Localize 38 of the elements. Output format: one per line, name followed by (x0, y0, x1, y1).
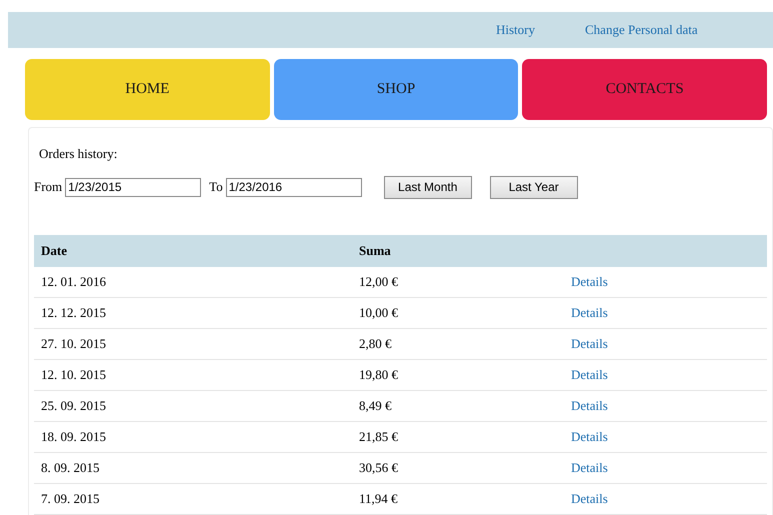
table-cell-text: 2,80 € (359, 334, 392, 353)
details-link[interactable]: Details (571, 396, 608, 416)
nav-tab[interactable]: SHOP (274, 59, 518, 120)
table-cell-text: 19,80 € (359, 366, 399, 384)
details-link[interactable]: Details (571, 364, 608, 384)
table-cell-text: 8,49 € (359, 396, 392, 415)
field-label: From (34, 178, 62, 196)
details-link[interactable]: Details (571, 334, 608, 354)
table-cell-text: 7. 09. 2015 (41, 490, 100, 508)
table-cell-text: 10,00 € (359, 304, 399, 322)
nav-link[interactable]: Change Personal data (585, 20, 698, 40)
details-link[interactable]: Details (571, 426, 608, 446)
details-link[interactable]: Details (571, 272, 608, 292)
date-field[interactable]: 1/23/2015 (65, 178, 202, 196)
table-cell-text: 12. 12. 2015 (41, 304, 107, 322)
nav-tab[interactable]: CONTACTS (522, 59, 768, 120)
table-cell-text: 8. 09. 2015 (41, 458, 100, 477)
date-field[interactable]: 1/23/2016 (226, 178, 362, 196)
details-link[interactable]: Details (571, 302, 608, 322)
nav-link[interactable]: History (496, 20, 535, 40)
section-title: Orders history: (39, 145, 118, 163)
table-cell-text: 27. 10. 2015 (41, 334, 107, 353)
table-cell-text: 12,00 € (359, 272, 399, 291)
column-header: Date (41, 242, 68, 260)
column-header: Suma (359, 242, 391, 260)
table-cell-text: 30,56 € (359, 458, 399, 477)
filter-button[interactable]: Last Month (384, 176, 472, 198)
details-link[interactable]: Details (571, 458, 608, 478)
table-cell-text: 11,94 € (359, 490, 399, 508)
table-cell-text: 12. 10. 2015 (41, 366, 107, 384)
table-cell-text: 21,85 € (359, 428, 399, 446)
table-cell-text: 12. 01. 2016 (41, 272, 107, 291)
nav-tab[interactable]: HOME (25, 59, 270, 120)
details-link[interactable]: Details (571, 488, 608, 508)
field-label: To (209, 178, 223, 196)
table-cell-text: 25. 09. 2015 (41, 396, 107, 415)
table-cell-text: 18. 09. 2015 (41, 428, 107, 446)
filter-button[interactable]: Last Year (490, 176, 578, 198)
